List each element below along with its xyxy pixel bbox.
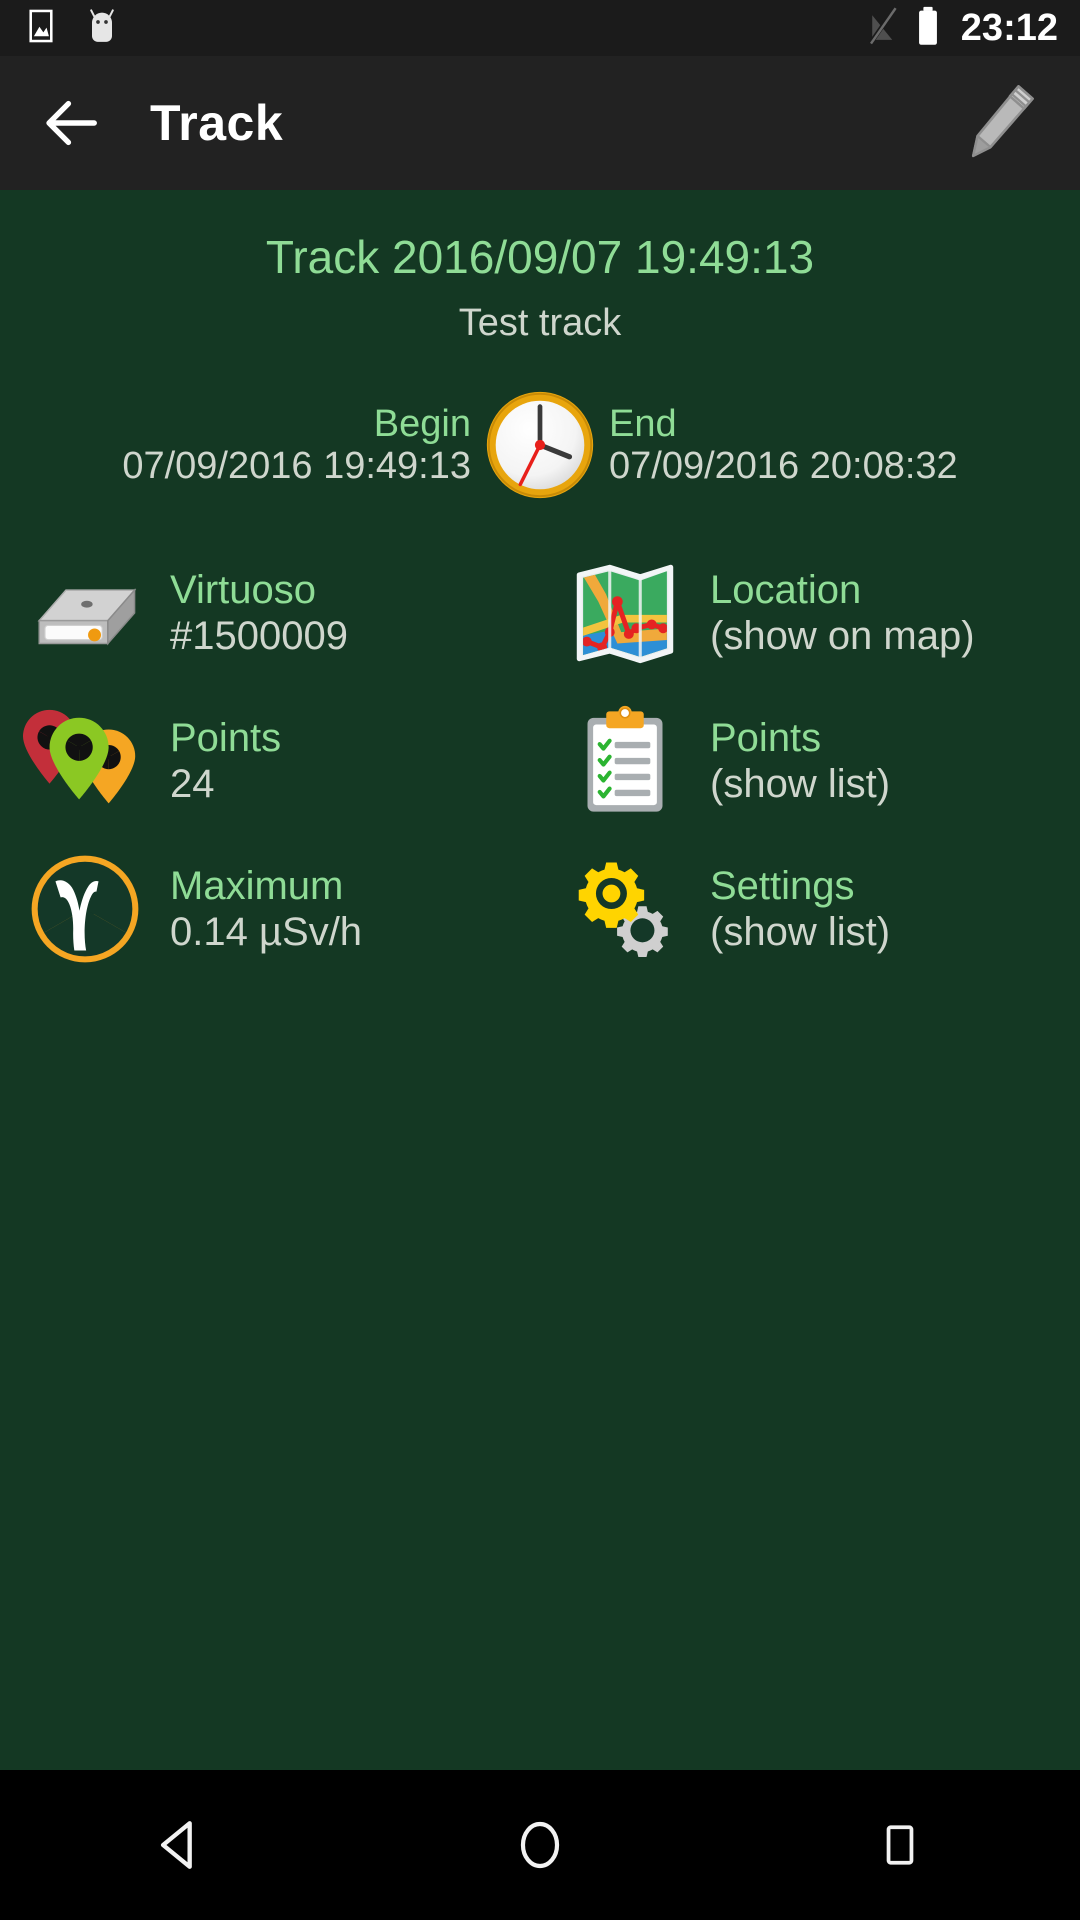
nav-back-icon [160,1821,192,1869]
begin-label: Begin [373,402,471,445]
image-icon [22,7,60,50]
app-bar: Track [0,56,1080,190]
clipboard-icon [562,698,688,824]
info-label: Maximum [170,864,344,908]
page-title: Track [150,95,284,151]
back-arrow-icon [46,100,97,146]
battery-full-icon [915,6,941,51]
navigation-bar [0,1770,1080,1920]
status-bar-notifications [22,6,122,51]
end-label: End [609,402,677,445]
nav-back-button[interactable] [105,1770,255,1920]
signal-off-icon [865,5,901,51]
device-icon [22,550,148,676]
edit-button[interactable] [950,75,1046,171]
gears-icon [562,846,688,972]
info-grid: Virtuoso #1500009 Location (show on map)… [0,550,1080,972]
status-bar-system-icons: 23:12 [865,5,1058,51]
info-item-text: Points 24 [170,715,281,808]
nav-home-icon [520,1821,560,1869]
phone-screen: 23:12 Track Track 2016/09/07 19:49:13 Te… [0,0,1080,1920]
info-item-settings[interactable]: Settings (show list) [540,846,1080,972]
nav-recents-button[interactable] [825,1770,975,1920]
track-title: Track 2016/09/07 19:49:13 [265,231,815,283]
info-value: 24 [170,762,215,807]
info-item-location[interactable]: Location (show on map) [540,550,1080,676]
info-item-text: Maximum 0.14 µSv/h [170,863,362,956]
info-item-points-list[interactable]: Points (show list) [540,698,1080,824]
gamma-radiation-icon [22,846,148,972]
info-item-text: Virtuoso #1500009 [170,567,348,660]
nav-home-button[interactable] [465,1770,615,1920]
status-bar: 23:12 [0,0,1080,56]
info-label: Virtuoso [170,568,317,612]
info-item-maximum[interactable]: Maximum 0.14 µSv/h [0,846,540,972]
clock-icon [477,382,603,508]
android-mascot-icon [82,6,122,51]
info-label: Location [710,568,862,612]
info-value: (show list) [710,762,891,807]
pencil-icon [971,85,1034,158]
nav-recents-icon [886,1825,914,1865]
info-value: (show on map) [710,614,975,659]
info-value: (show list) [710,910,891,955]
info-value: 0.14 µSv/h [170,910,363,955]
info-label: Settings [710,864,855,908]
map-icon [562,550,688,676]
status-bar-clock: 23:12 [960,7,1058,49]
info-item-text: Settings (show list) [710,863,890,956]
track-begin: Begin 07/09/2016 19:49:13 [71,403,471,488]
info-label: Points [710,716,822,760]
track-end: End 07/09/2016 20:08:32 [609,403,1009,488]
info-item-device[interactable]: Virtuoso #1500009 [0,550,540,676]
track-details-content: Track 2016/09/07 19:49:13 Test track Beg… [0,190,1080,1770]
info-value: #1500009 [170,614,348,659]
track-subtitle: Test track [458,301,622,344]
track-time-range: Begin 07/09/2016 19:49:13 End 07/09/2016… [0,382,1080,508]
info-label: Points [170,716,282,760]
back-button[interactable] [34,86,108,160]
info-item-points-count[interactable]: Points 24 [0,698,540,824]
info-item-text: Location (show on map) [710,567,975,660]
begin-value: 07/09/2016 19:49:13 [122,445,471,488]
radiation-markers-icon [22,698,148,824]
info-item-text: Points (show list) [710,715,890,808]
end-value: 07/09/2016 20:08:32 [609,445,958,488]
